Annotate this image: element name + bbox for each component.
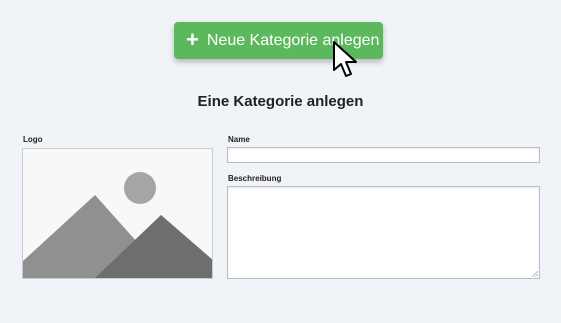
mouse-pointer-icon — [333, 41, 357, 77]
form-title: Eine Kategorie anlegen — [197, 93, 364, 110]
logo-label: Logo — [23, 135, 43, 144]
image-placeholder-icon — [23, 172, 212, 278]
resize-handle-icon[interactable] — [532, 271, 538, 277]
name-label: Name — [228, 135, 250, 144]
description-label: Beschreibung — [228, 174, 282, 183]
plus-icon: + — [186, 26, 199, 52]
description-textarea[interactable] — [227, 186, 540, 279]
logo-upload[interactable] — [22, 148, 213, 279]
name-input[interactable] — [227, 147, 540, 163]
